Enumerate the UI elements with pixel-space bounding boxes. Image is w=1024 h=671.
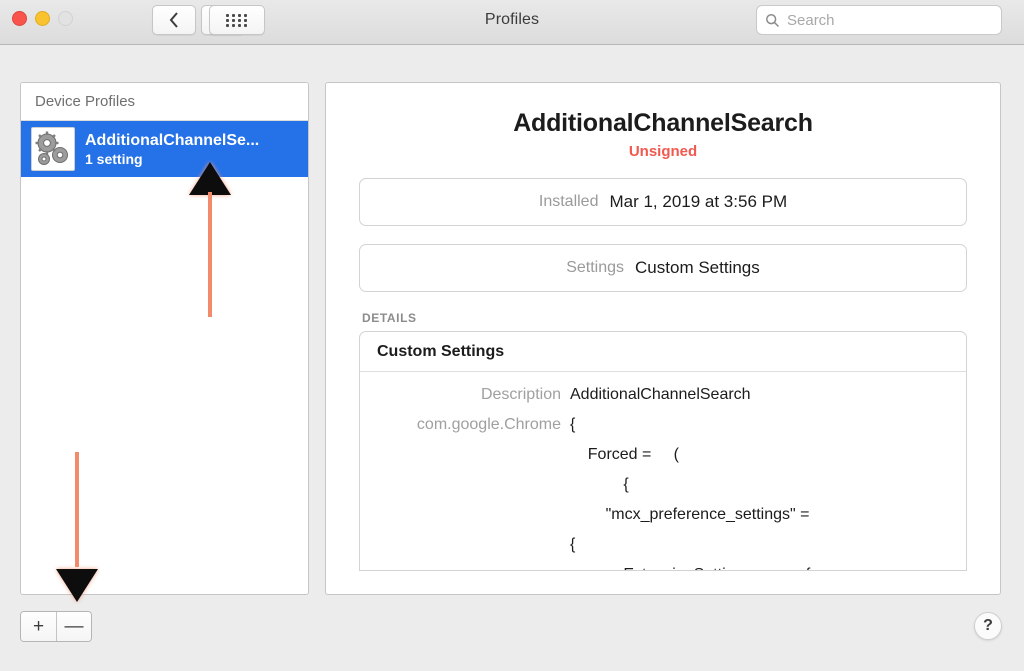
settings-value: Custom Settings	[635, 258, 760, 277]
sidebar-header: Device Profiles	[21, 83, 308, 121]
arrow-up-head-icon	[189, 162, 231, 195]
status-badge: Unsigned	[628, 143, 698, 160]
installed-value: Mar 1, 2019 at 3:56 PM	[609, 192, 788, 211]
profiles-window: Profiles Search Device Profiles Addition…	[0, 0, 1024, 671]
plist-key	[360, 530, 570, 560]
plist-key	[360, 560, 570, 570]
plist-value: "mcx_preference_settings" =	[570, 506, 810, 523]
search-icon	[766, 13, 780, 27]
window-titlebar: Profiles Search	[0, 0, 1024, 45]
arrow-down-stem	[75, 452, 79, 567]
help-button[interactable]: ?	[974, 612, 1002, 640]
plist-row: com.google.Chrome {	[360, 410, 966, 440]
details-caption: DETAILS	[362, 311, 417, 325]
plist-value: {	[570, 476, 629, 493]
plist-value: {	[570, 416, 576, 433]
installed-label: Installed	[538, 193, 599, 210]
plist-value: Forced = (	[570, 446, 679, 463]
details-panel: Custom Settings Description AdditionalCh…	[359, 331, 967, 571]
plist-key: com.google.Chrome	[416, 416, 561, 433]
profile-detail-panel: AdditionalChannelSearch Unsigned Install…	[325, 82, 1001, 595]
arrow-down-head-icon	[56, 569, 98, 602]
settings-field: Settings Custom Settings	[359, 244, 967, 292]
plist-value: {	[570, 536, 576, 553]
plist-row: "mcx_preference_settings" =	[360, 500, 966, 530]
sidebar-item-subtitle: 1 setting	[85, 150, 143, 167]
plist-value: ExtensionSettings = {	[570, 560, 810, 570]
sidebar-item-name: AdditionalChannelSe...	[85, 131, 260, 149]
arrow-up-stem	[208, 192, 212, 317]
installed-field: Installed Mar 1, 2019 at 3:56 PM	[359, 178, 967, 226]
plist-key	[360, 470, 570, 500]
remove-profile-button[interactable]: —	[56, 612, 91, 641]
plist-key	[360, 500, 570, 530]
plist-row: Forced = (	[360, 440, 966, 470]
profile-gears-icon	[31, 127, 75, 171]
add-profile-button[interactable]: +	[21, 612, 56, 641]
details-title: Custom Settings	[360, 332, 966, 372]
plist-key	[360, 440, 570, 470]
plist-row: ExtensionSettings = {	[360, 560, 966, 570]
plist-value: AdditionalChannelSearch	[570, 386, 751, 403]
plist-row: {	[360, 530, 966, 560]
plist-row: {	[360, 470, 966, 500]
sidebar-item-additionalchannelsearch[interactable]: AdditionalChannelSe... 1 setting	[21, 121, 308, 177]
plist-content: Description AdditionalChannelSearch com.…	[360, 372, 966, 570]
settings-label: Settings	[566, 259, 625, 276]
add-remove-segmented-control: + —	[20, 611, 92, 642]
plist-key: Description	[480, 386, 561, 403]
search-placeholder: Search	[787, 11, 835, 29]
annotation-arrow-to-profile-row	[188, 162, 232, 320]
profile-title: AdditionalChannelSearch	[513, 109, 813, 137]
plist-row: Description AdditionalChannelSearch	[360, 380, 966, 410]
search-input[interactable]: Search	[756, 5, 1002, 35]
annotation-arrow-to-remove-button	[55, 452, 99, 602]
